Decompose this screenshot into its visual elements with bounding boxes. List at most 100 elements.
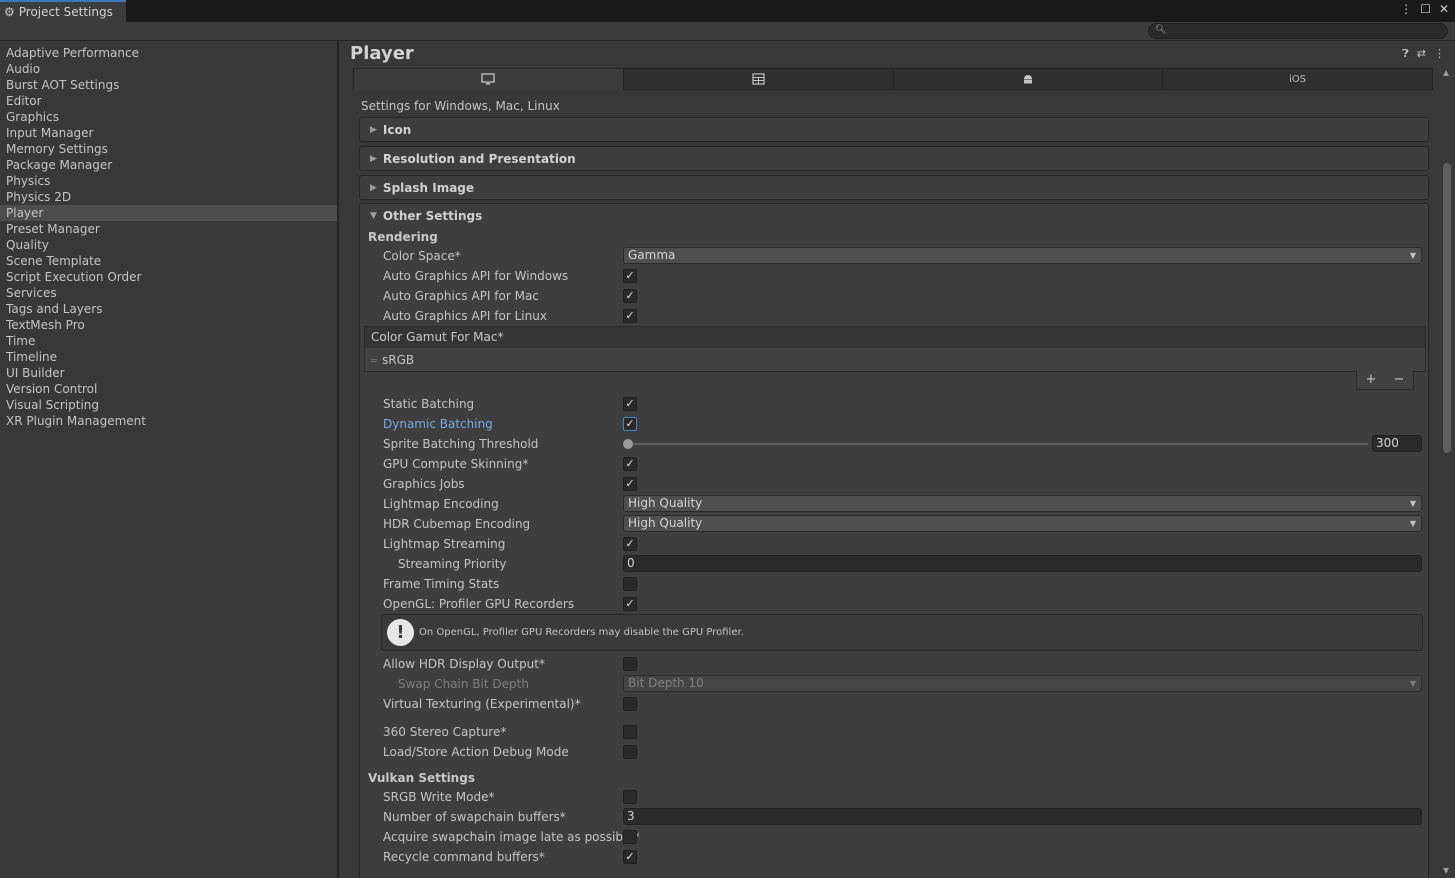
maximize-icon[interactable]: ☐ — [1420, 2, 1431, 16]
page-title: Player — [350, 43, 414, 64]
drag-handle-icon[interactable]: ═ — [371, 356, 377, 367]
sprite-threshold-label: Sprite Batching Threshold — [383, 437, 539, 451]
sidebar-item[interactable]: Tags and Layers — [0, 301, 337, 317]
more-options-icon[interactable]: ⋮ — [1400, 2, 1412, 16]
hdr-cubemap-dropdown[interactable]: High Quality ▼ — [623, 515, 1422, 532]
auto-api-windows-checkbox[interactable]: ✓ — [623, 269, 637, 283]
foldout-label: Splash Image — [382, 180, 475, 195]
more-options-icon[interactable]: ⋮ — [1434, 47, 1445, 61]
gamut-item-label: sRGB — [382, 353, 415, 367]
streaming-priority-input[interactable]: 0 — [623, 555, 1422, 572]
sidebar-item[interactable]: Timeline — [0, 349, 337, 365]
sidebar-item[interactable]: Visual Scripting — [0, 397, 337, 413]
srgb-write-checkbox[interactable] — [623, 790, 637, 804]
lightmap-streaming-row: Lightmap Streaming ✓ — [383, 534, 1423, 554]
auto-api-windows-label: Auto Graphics API for Windows — [383, 269, 569, 283]
sidebar-item[interactable]: Physics 2D — [0, 189, 337, 205]
foldout-icon-section[interactable]: ▶ Icon — [359, 117, 1429, 142]
color-space-row: Color Space* Gamma ▼ — [383, 246, 1423, 266]
sidebar-item[interactable]: Version Control — [0, 381, 337, 397]
sidebar-item[interactable]: Memory Settings — [0, 141, 337, 157]
sidebar-item[interactable]: TextMesh Pro — [0, 317, 337, 333]
foldout-label: Resolution and Presentation — [382, 151, 576, 166]
scroll-up-icon[interactable]: ▲ — [1443, 68, 1449, 77]
load-store-checkbox[interactable] — [623, 745, 637, 759]
sidebar-item[interactable]: Preset Manager — [0, 221, 337, 237]
lightmap-encoding-dropdown[interactable]: High Quality ▼ — [623, 495, 1422, 512]
slider-track[interactable] — [628, 443, 1368, 445]
foldout-other[interactable]: ▼ Other Settings — [370, 209, 482, 223]
warning-icon: ! — [387, 619, 414, 646]
sidebar-item[interactable]: Package Manager — [0, 157, 337, 173]
sidebar-item[interactable]: Adaptive Performance — [0, 45, 337, 61]
recycle-buffers-checkbox[interactable]: ✓ — [623, 850, 637, 864]
swapchain-buffers-input[interactable]: 3 — [623, 808, 1422, 825]
swap-chain-row: Swap Chain Bit Depth Bit Depth 10 ▼ — [383, 674, 1423, 694]
static-batching-checkbox[interactable]: ✓ — [623, 397, 637, 411]
acquire-late-checkbox[interactable] — [623, 830, 637, 844]
sidebar-item[interactable]: Physics — [0, 173, 337, 189]
allow-hdr-label: Allow HDR Display Output* — [383, 657, 545, 671]
stereo-capture-label: 360 Stereo Capture* — [383, 725, 507, 739]
slider-thumb[interactable] — [623, 439, 633, 449]
frame-timing-label: Frame Timing Stats — [383, 577, 500, 591]
scroll-down-icon[interactable]: ▼ — [1443, 866, 1449, 875]
sidebar-item[interactable]: XR Plugin Management — [0, 413, 337, 429]
auto-api-mac-checkbox[interactable]: ✓ — [623, 289, 637, 303]
allow-hdr-checkbox[interactable] — [623, 657, 637, 671]
foldout-resolution[interactable]: ▶ Resolution and Presentation — [359, 146, 1429, 171]
dropdown-value: High Quality — [628, 496, 703, 510]
sidebar-item[interactable]: UI Builder — [0, 365, 337, 381]
foldout-splash[interactable]: ▶ Splash Image — [359, 175, 1429, 200]
dynamic-batching-checkbox[interactable]: ✓ — [623, 417, 637, 431]
list-item[interactable]: ═ sRGB — [365, 348, 1425, 372]
expand-arrow-icon: ▶ — [370, 124, 377, 135]
sidebar-item[interactable]: Input Manager — [0, 125, 337, 141]
remove-icon[interactable]: − — [1394, 372, 1405, 387]
sidebar-item[interactable]: Player — [0, 205, 337, 221]
help-icon[interactable]: ❓︎ — [1402, 47, 1409, 61]
sidebar-item[interactable]: Graphics — [0, 109, 337, 125]
add-icon[interactable]: + — [1366, 372, 1377, 387]
preset-icon[interactable]: ⇄ — [1417, 47, 1426, 61]
sidebar-item[interactable]: Script Execution Order — [0, 269, 337, 285]
settings-sidebar: Adaptive Performance Audio Burst AOT Setti… — [0, 41, 339, 878]
sidebar-item[interactable]: Time — [0, 333, 337, 349]
tab-android[interactable] — [893, 68, 1164, 90]
scroll-thumb[interactable] — [1443, 163, 1451, 453]
lightmap-encoding-label: Lightmap Encoding — [383, 497, 499, 511]
sidebar-item[interactable]: Services — [0, 285, 337, 301]
lightmap-streaming-checkbox[interactable]: ✓ — [623, 537, 637, 551]
swapchain-buffers-label: Number of swapchain buffers* — [383, 810, 566, 824]
android-icon — [1023, 75, 1032, 84]
opengl-profiler-row: OpenGL: Profiler GPU Recorders ✓ — [383, 594, 1423, 614]
gpu-skinning-checkbox[interactable]: ✓ — [623, 457, 637, 471]
stereo-capture-row: 360 Stereo Capture* — [383, 722, 1423, 742]
monitor-icon — [481, 73, 496, 85]
sidebar-item[interactable]: Audio — [0, 61, 337, 77]
virtual-texturing-checkbox[interactable] — [623, 697, 637, 711]
swapchain-buffers-row: Number of swapchain buffers* 3 — [383, 807, 1423, 827]
scrollbar[interactable]: ▲ ▼ — [1441, 68, 1453, 878]
opengl-profiler-checkbox[interactable]: ✓ — [623, 597, 637, 611]
sprite-threshold-input[interactable]: 300 — [1372, 435, 1422, 452]
color-space-dropdown[interactable]: Gamma ▼ — [623, 247, 1422, 264]
hdr-cubemap-label: HDR Cubemap Encoding — [383, 517, 531, 531]
graphics-jobs-checkbox[interactable]: ✓ — [623, 477, 637, 491]
frame-timing-checkbox[interactable] — [623, 577, 637, 591]
window-tab[interactable]: ⚙ Project Settings — [0, 0, 126, 22]
stereo-capture-checkbox[interactable] — [623, 725, 637, 739]
search-input[interactable]: 🔍︎ — [1148, 23, 1448, 39]
sidebar-item[interactable]: Scene Template — [0, 253, 337, 269]
sidebar-item[interactable]: Burst AOT Settings — [0, 77, 337, 93]
srgb-write-label: SRGB Write Mode* — [383, 790, 495, 804]
chevron-down-icon: ▼ — [1409, 519, 1416, 528]
close-icon[interactable]: ✕ — [1439, 2, 1449, 16]
tab-ios[interactable]: iOS — [1163, 68, 1433, 90]
sidebar-item[interactable]: Quality — [0, 237, 337, 253]
tab-standalone[interactable] — [353, 68, 624, 90]
tab-webgl[interactable] — [623, 68, 894, 90]
auto-api-linux-checkbox[interactable]: ✓ — [623, 309, 637, 323]
expand-arrow-icon: ▶ — [370, 153, 377, 164]
sidebar-item[interactable]: Editor — [0, 93, 337, 109]
